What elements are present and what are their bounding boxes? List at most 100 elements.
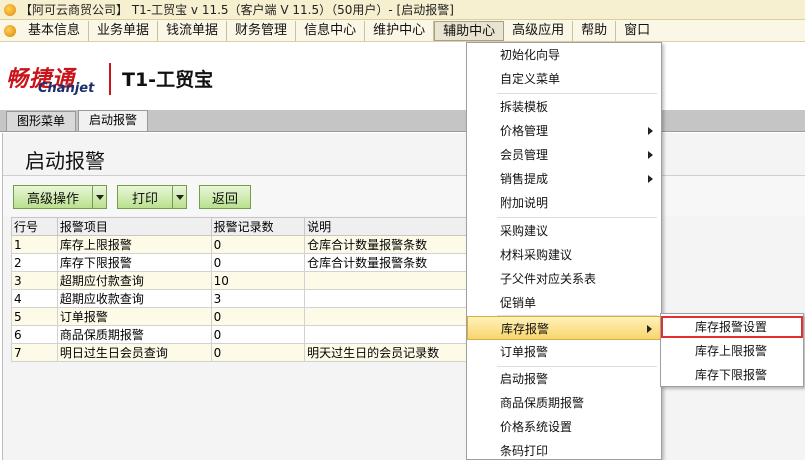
- table-cell: 3: [11, 271, 58, 290]
- table-cell: 超期应收款查询: [56, 289, 212, 308]
- print-label: 打印: [131, 191, 158, 207]
- dd-item-inventory-alarm[interactable]: 库存报警: [467, 316, 661, 340]
- dd-item-member-management[interactable]: 会员管理: [467, 143, 661, 167]
- print-dropdown[interactable]: [172, 186, 186, 208]
- menu-basic-info[interactable]: 基本信息: [20, 20, 90, 41]
- chevron-down-icon: [95, 194, 104, 200]
- menu-separator: [497, 217, 657, 218]
- table-cell: 3: [210, 289, 306, 308]
- col-header-alarm-item[interactable]: 报警项目: [56, 217, 212, 236]
- dd-item-sales-commission[interactable]: 销售提成: [467, 167, 661, 191]
- menu-cash-docs[interactable]: 钱流单据: [158, 20, 228, 41]
- table-row[interactable]: 4 超期应收款查询 3: [11, 289, 471, 308]
- dd-item-price-management[interactable]: 价格管理: [467, 119, 661, 143]
- sm-item-inventory-alarm-settings[interactable]: 库存报警设置: [661, 316, 803, 338]
- table-cell: 仓库合计数量报警条数: [304, 253, 471, 272]
- table-row[interactable]: 2 库存下限报警 0 仓库合计数量报警条数: [11, 253, 471, 272]
- advanced-ops-label: 高级操作: [26, 191, 79, 207]
- dd-item-label: 会员管理: [500, 148, 549, 162]
- dd-item-custom-menu[interactable]: 自定义菜单: [467, 67, 661, 91]
- table-row[interactable]: 5 订单报警 0: [11, 307, 471, 326]
- dd-item-label: 销售提成: [500, 172, 549, 186]
- menu-advanced[interactable]: 高级应用: [504, 20, 574, 41]
- brand-header: 畅捷通 Chanjet T1-工贸宝: [0, 43, 805, 110]
- table-cell: 7: [11, 343, 58, 362]
- alarm-table: 行号 报警项目 报警记录数 说明 1 库存上限报警 0 仓库合计数量报警条数 2…: [11, 217, 471, 362]
- dd-item-assembly-template[interactable]: 拆装模板: [467, 95, 661, 119]
- table-cell: 库存上限报警: [56, 235, 212, 254]
- table-row[interactable]: 7 明日过生日会员查询 0 明天过生日的会员记录数: [11, 343, 471, 362]
- dd-item-label: 库存报警: [501, 322, 550, 336]
- col-header-record-count[interactable]: 报警记录数: [210, 217, 306, 236]
- dd-item-barcode-print[interactable]: 条码打印: [467, 439, 661, 460]
- dd-item-material-purchase-advice[interactable]: 材料采购建议: [467, 243, 661, 267]
- dd-item-label: 价格管理: [500, 124, 549, 138]
- table-cell: 商品保质期报警: [56, 325, 212, 344]
- table-row[interactable]: 3 超期应付款查询 10: [11, 271, 471, 290]
- dd-item-parent-child-table[interactable]: 子父件对应关系表: [467, 267, 661, 291]
- table-cell: 1: [11, 235, 58, 254]
- dd-item-extra-notes[interactable]: 附加说明: [467, 191, 661, 215]
- menu-finance[interactable]: 财务管理: [227, 20, 297, 41]
- menu-separator: [497, 93, 657, 94]
- col-header-row-no[interactable]: 行号: [11, 217, 58, 236]
- menu-help[interactable]: 帮助: [573, 20, 617, 41]
- table-cell: 5: [11, 307, 58, 326]
- app-icon: [4, 3, 16, 16]
- table-cell: [304, 307, 471, 326]
- inventory-alarm-submenu: 库存报警设置 库存上限报警 库存下限报警: [660, 313, 804, 387]
- dd-item-price-settings[interactable]: 价格系统设置: [467, 415, 661, 439]
- tab-graphic-menu[interactable]: 图形菜单: [6, 111, 77, 131]
- chevron-right-icon: [648, 127, 653, 135]
- menu-info-center[interactable]: 信息中心: [296, 20, 366, 41]
- table-cell: [304, 325, 471, 344]
- window-title: 【阿可云商贸公司】 T1-工贸宝 v 11.5（客户端 V 11.5）（50用户…: [20, 3, 454, 17]
- dd-item-shelf-life-alarm[interactable]: 商品保质期报警: [467, 391, 661, 415]
- tab-startup-alarm[interactable]: 启动报警: [78, 110, 149, 131]
- table-cell: 订单报警: [56, 307, 212, 326]
- dd-item-purchase-advice[interactable]: 采购建议: [467, 219, 661, 243]
- table-cell: 0: [210, 307, 306, 326]
- dd-item-init-wizard[interactable]: 初始化向导: [467, 43, 661, 67]
- table-cell: 6: [11, 325, 58, 344]
- back-label: 返回: [211, 191, 238, 207]
- chevron-right-icon: [647, 325, 652, 333]
- product-name: T1-工贸宝: [122, 69, 214, 91]
- logo-divider: [109, 63, 111, 95]
- table-cell: 明日过生日会员查询: [56, 343, 212, 362]
- table-cell: 0: [210, 253, 306, 272]
- logo-chanjet-en: Chanjet: [38, 81, 95, 96]
- tab-strip: 图形菜单 启动报警: [0, 110, 805, 132]
- advanced-ops-dropdown[interactable]: [92, 186, 106, 208]
- table-cell: [304, 289, 471, 308]
- assist-center-dropdown: 初始化向导 自定义菜单 拆装模板 价格管理 会员管理 销售提成 附加说明 采购建…: [466, 42, 662, 460]
- title-bar: 【阿可云商贸公司】 T1-工贸宝 v 11.5（客户端 V 11.5）（50用户…: [0, 0, 805, 20]
- table-cell: [304, 271, 471, 290]
- advanced-ops-button[interactable]: 高级操作: [13, 185, 107, 209]
- col-header-description[interactable]: 说明: [304, 217, 471, 236]
- print-button[interactable]: 打印: [117, 185, 187, 209]
- menu-system-icon[interactable]: [4, 24, 16, 37]
- menu-business-docs[interactable]: 业务单据: [89, 20, 159, 41]
- dd-item-startup-alarm[interactable]: 启动报警: [467, 367, 661, 391]
- menu-window[interactable]: 窗口: [616, 21, 658, 41]
- table-cell: 仓库合计数量报警条数: [304, 235, 471, 254]
- table-cell: 超期应付款查询: [56, 271, 212, 290]
- chevron-down-icon: [175, 194, 184, 200]
- table-header-row: 行号 报警项目 报警记录数 说明: [11, 217, 471, 236]
- chevron-right-icon: [648, 175, 653, 183]
- menu-bar: 基本信息 业务单据 钱流单据 财务管理 信息中心 维护中心 辅助中心 高级应用 …: [0, 20, 805, 42]
- dd-item-promotion[interactable]: 促销单: [467, 291, 661, 315]
- table-cell: 0: [210, 343, 306, 362]
- content-panel: 启动报警 高级操作 打印 返回 行号 报警项目 报警记录数 说明 1 库存上限报…: [2, 133, 805, 460]
- dd-item-order-alarm[interactable]: 订单报警: [467, 340, 661, 364]
- table-cell: 明天过生日的会员记录数: [304, 343, 471, 362]
- menu-assist-center[interactable]: 辅助中心: [434, 20, 505, 41]
- table-row[interactable]: 6 商品保质期报警 0: [11, 325, 471, 344]
- sm-item-lower-limit-alarm[interactable]: 库存下限报警: [661, 364, 803, 386]
- back-button[interactable]: 返回: [199, 185, 251, 209]
- sm-item-upper-limit-alarm[interactable]: 库存上限报警: [661, 340, 803, 362]
- menu-maintenance[interactable]: 维护中心: [365, 20, 435, 41]
- table-row[interactable]: 1 库存上限报警 0 仓库合计数量报警条数: [11, 235, 471, 254]
- page-title: 启动报警: [25, 149, 105, 173]
